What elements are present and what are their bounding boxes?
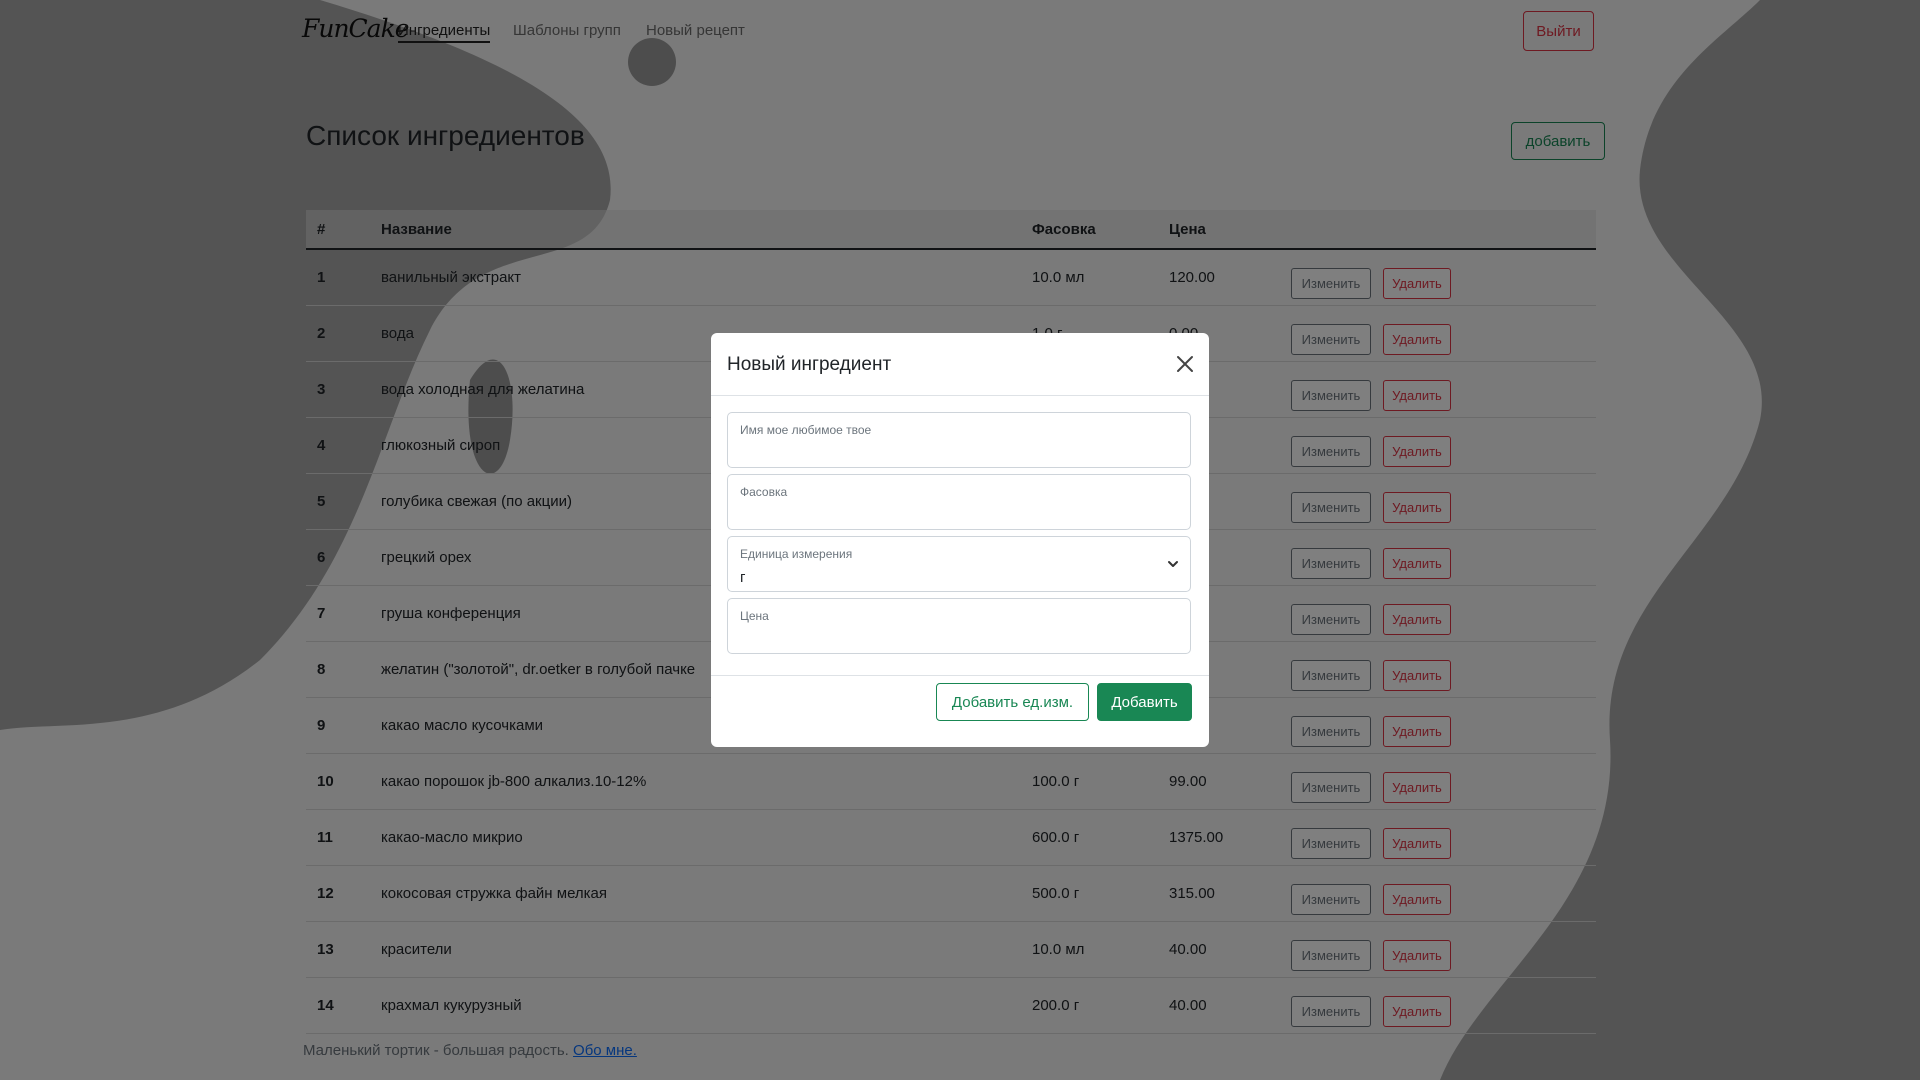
price-field-label: Цена bbox=[740, 609, 769, 623]
price-field[interactable]: Цена bbox=[727, 598, 1191, 654]
unit-select-value: г bbox=[740, 569, 746, 586]
name-field-label: Имя мое любимое твое bbox=[740, 423, 872, 437]
chevron-down-icon bbox=[1168, 561, 1178, 567]
unit-select[interactable]: Единица измерения г bbox=[727, 536, 1191, 592]
new-ingredient-modal: Новый ингредиент Имя мое любимое твое Фа… bbox=[711, 333, 1209, 747]
pack-field-label: Фасовка bbox=[740, 485, 788, 499]
modal-title: Новый ингредиент bbox=[727, 354, 892, 375]
pack-field[interactable]: Фасовка bbox=[727, 474, 1191, 530]
name-field[interactable]: Имя мое любимое твое bbox=[727, 412, 1191, 468]
unit-select-label: Единица измерения bbox=[740, 547, 853, 561]
submit-button[interactable]: Добавить bbox=[1097, 683, 1192, 721]
modal-header: Новый ингредиент bbox=[711, 333, 1209, 396]
close-button[interactable] bbox=[1172, 351, 1198, 377]
close-icon bbox=[1177, 356, 1193, 372]
add-unit-button[interactable]: Добавить ед.изм. bbox=[936, 683, 1089, 721]
